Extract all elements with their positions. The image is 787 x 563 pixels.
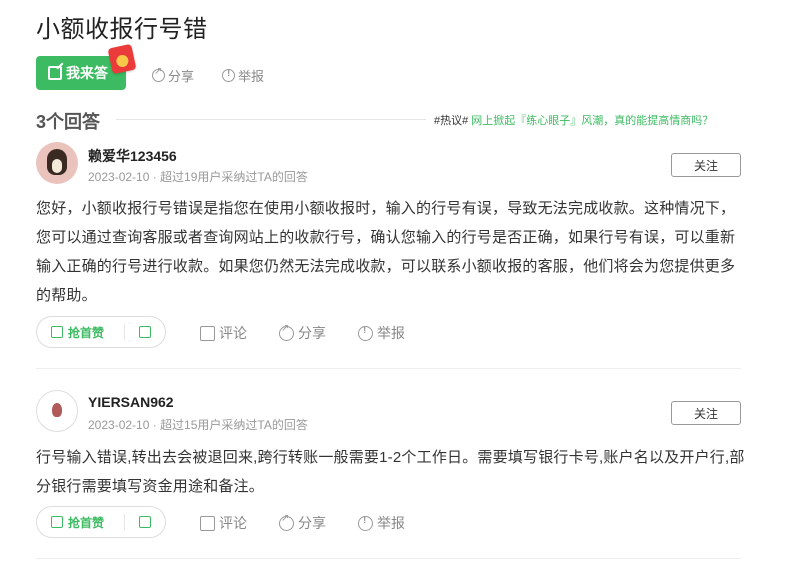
hot-tag: #热议# xyxy=(434,115,469,127)
share-icon xyxy=(152,66,165,82)
report-icon xyxy=(222,68,235,82)
username[interactable]: YIERSAN962 xyxy=(88,394,174,410)
share-icon xyxy=(279,513,294,531)
thumbs-down-icon xyxy=(139,326,151,338)
edit-icon xyxy=(48,66,62,80)
question-title: 小额收报行号错 xyxy=(36,16,208,43)
answer-button-label: 我来答 xyxy=(66,65,108,81)
hot-topic-link[interactable]: #热议# 网上掀起『练心眼子』风潮，真的能提高情商吗？ xyxy=(434,112,713,128)
divider xyxy=(116,119,426,120)
vote-group: 抢首赞 xyxy=(36,506,166,538)
share-label: 分享 xyxy=(168,69,195,84)
like-label: 抢首赞 xyxy=(68,515,105,530)
answer-meta: 2023-02-10 · 超过15用户采纳过TA的回答 xyxy=(88,418,308,432)
comment-button[interactable]: 评论 xyxy=(200,323,247,343)
vote-group: 抢首赞 xyxy=(36,316,166,348)
share-label: 分享 xyxy=(298,515,326,531)
thumbs-up-icon xyxy=(51,516,63,528)
follow-button[interactable]: 关注 xyxy=(671,401,741,425)
report-question-button[interactable]: 举报 xyxy=(222,66,264,85)
comment-button[interactable]: 评论 xyxy=(200,513,247,533)
share-label: 分享 xyxy=(298,325,326,341)
answer-content: 行号输入错误,转出去会被退回来,跨行转账一般需要1-2个工作日。需要填写银行卡号… xyxy=(36,449,745,495)
share-icon xyxy=(279,323,294,341)
thumbs-up-icon xyxy=(51,326,63,338)
thumbs-down-icon xyxy=(139,516,151,528)
comment-label: 评论 xyxy=(219,325,247,341)
report-label: 举报 xyxy=(377,515,405,531)
comment-icon xyxy=(200,515,215,531)
follow-button[interactable]: 关注 xyxy=(671,153,741,177)
report-icon xyxy=(358,515,373,531)
like-button[interactable]: 抢首赞 xyxy=(37,514,125,530)
avatar[interactable] xyxy=(36,390,78,432)
dislike-button[interactable] xyxy=(125,326,165,338)
red-packet-icon[interactable] xyxy=(107,43,137,75)
dislike-button[interactable] xyxy=(125,516,165,528)
answer-divider xyxy=(36,368,741,369)
comment-icon xyxy=(200,325,215,341)
share-button[interactable]: 分享 xyxy=(279,323,326,343)
comment-label: 评论 xyxy=(219,515,247,531)
avatar[interactable] xyxy=(36,142,78,184)
report-label: 举报 xyxy=(377,325,405,341)
like-button[interactable]: 抢首赞 xyxy=(37,324,125,340)
report-icon xyxy=(358,325,373,341)
hot-text: 网上掀起『练心眼子』风潮，真的能提高情商吗？ xyxy=(468,115,714,127)
answer-meta: 2023-02-10 · 超过19用户采纳过TA的回答 xyxy=(88,170,308,184)
answer-divider xyxy=(36,558,741,559)
answer-content: 您好，小额收报行号错误是指您在使用小额收报时，输入的行号有误，导致无法完成收款。… xyxy=(36,200,736,304)
report-button[interactable]: 举报 xyxy=(358,323,405,343)
report-button[interactable]: 举报 xyxy=(358,513,405,533)
report-label: 举报 xyxy=(238,69,265,84)
share-question-button[interactable]: 分享 xyxy=(152,66,194,85)
like-label: 抢首赞 xyxy=(68,325,105,340)
username[interactable]: 赖爱华123456 xyxy=(88,146,177,166)
answer-count: 3个回答 xyxy=(36,112,101,132)
share-button[interactable]: 分享 xyxy=(279,513,326,533)
